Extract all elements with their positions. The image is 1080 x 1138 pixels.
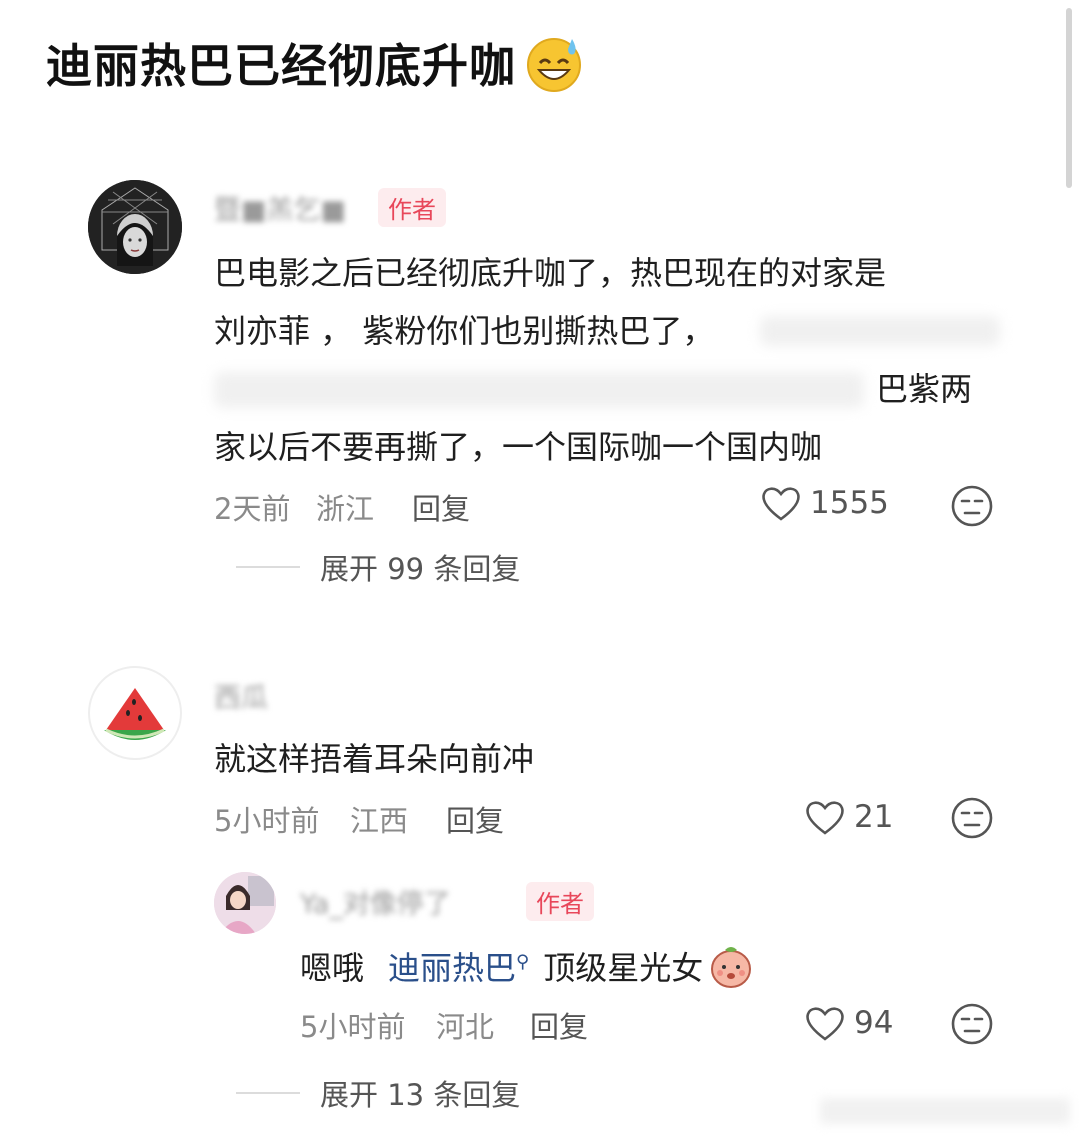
heart-outline-icon bbox=[806, 1007, 844, 1041]
comment-time: 2天前 bbox=[214, 492, 291, 526]
reply-text-prefix: 嗯哦 bbox=[300, 949, 365, 987]
comment-text-line: 巴紫两 bbox=[876, 370, 973, 408]
author-badge: 作者 bbox=[378, 188, 446, 227]
heart-outline-icon bbox=[762, 487, 800, 521]
comment-location: 江西 bbox=[350, 804, 409, 838]
mention-text: 迪丽热巴 bbox=[388, 949, 517, 987]
comment-text: 就这样捂着耳朵向前冲 bbox=[214, 740, 535, 778]
post-title: 迪丽热巴已经彻底升咖 bbox=[46, 30, 584, 96]
reply-text: 嗯哦 迪丽热巴⚲ 顶级星光女 bbox=[300, 942, 755, 990]
search-icon: ⚲ bbox=[516, 951, 530, 973]
like-count: 21 bbox=[854, 799, 894, 835]
comment-location: 浙江 bbox=[316, 492, 375, 526]
like-button[interactable]: 1555 bbox=[760, 484, 889, 522]
username[interactable]: 西瓜 bbox=[214, 676, 268, 715]
expand-replies-label: 展开 99 条回复 bbox=[320, 552, 521, 586]
comment-text-line: 家以后不要再撕了，一个国际咖一个国内咖 bbox=[214, 428, 823, 466]
avatar-photo-icon bbox=[214, 872, 276, 934]
username[interactable]: 暨■羔乞■ bbox=[214, 188, 346, 227]
avatar[interactable] bbox=[214, 872, 276, 934]
redacted-text bbox=[760, 316, 1000, 346]
heart-outline-icon bbox=[806, 801, 844, 835]
avatar[interactable] bbox=[88, 666, 182, 760]
redacted-text bbox=[214, 372, 864, 408]
mention-link[interactable]: 迪丽热巴⚲ bbox=[388, 943, 529, 989]
username[interactable]: Ya_对像停了 bbox=[300, 882, 451, 921]
reply-text-suffix: 顶级星光女 bbox=[543, 949, 704, 987]
expand-replies-label: 展开 13 条回复 bbox=[320, 1078, 521, 1112]
reply-button[interactable]: 回复 bbox=[412, 486, 470, 528]
like-count: 94 bbox=[854, 1005, 894, 1041]
post-title-text: 迪丽热巴已经彻底升咖 bbox=[46, 39, 516, 93]
author-badge: 作者 bbox=[526, 882, 594, 921]
neutral-face-icon[interactable] bbox=[950, 484, 994, 528]
neutral-face-icon[interactable] bbox=[950, 796, 994, 840]
avatar-portrait-icon bbox=[88, 180, 182, 274]
divider bbox=[236, 1092, 300, 1094]
sweat-smile-emoji bbox=[527, 38, 581, 92]
reply-button[interactable]: 回复 bbox=[530, 1004, 588, 1046]
scrollbar[interactable] bbox=[1066, 8, 1072, 188]
avatar[interactable] bbox=[88, 180, 182, 274]
like-count: 1555 bbox=[810, 485, 889, 521]
divider bbox=[236, 566, 300, 568]
comment-text-line: 刘亦菲 ， 紫粉你们也别撕热巴了， bbox=[214, 312, 715, 350]
peach-emoji bbox=[711, 947, 752, 988]
expand-replies-button[interactable]: 展开 13 条回复 bbox=[236, 1072, 520, 1114]
comment-time: 5小时前 bbox=[214, 804, 320, 838]
neutral-face-icon[interactable] bbox=[950, 1002, 994, 1046]
watermark bbox=[820, 1098, 1070, 1124]
expand-replies-button[interactable]: 展开 99 条回复 bbox=[236, 546, 520, 588]
reply-button[interactable]: 回复 bbox=[446, 798, 504, 840]
watermelon-icon bbox=[104, 688, 166, 740]
like-button[interactable]: 94 bbox=[804, 1004, 893, 1042]
reply-location: 河北 bbox=[436, 1010, 495, 1044]
comment-text-line: 巴电影之后已经彻底升咖了，热巴现在的对家是 bbox=[214, 254, 887, 292]
like-button[interactable]: 21 bbox=[804, 798, 893, 836]
reply-time: 5小时前 bbox=[300, 1010, 406, 1044]
